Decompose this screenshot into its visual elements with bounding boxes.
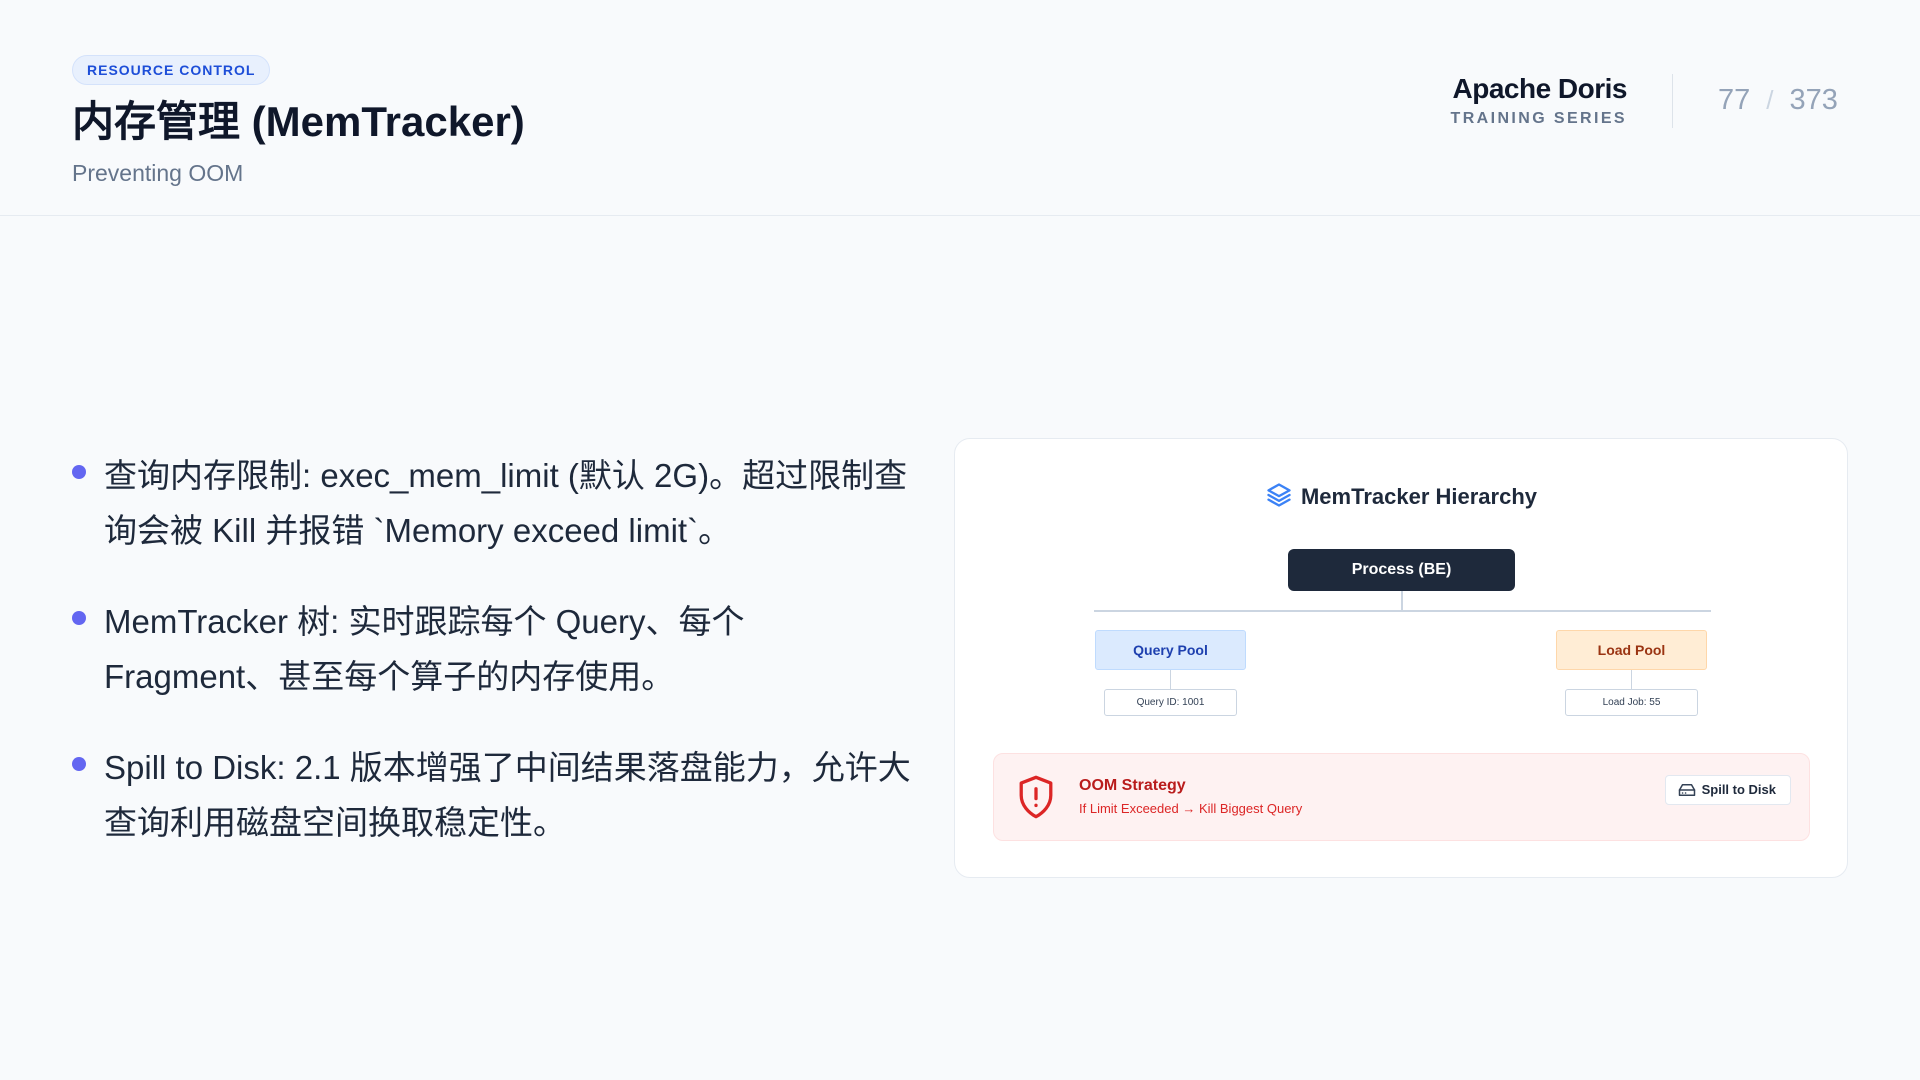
bullet-item: 查询内存限制: exec_mem_limit (默认 2G)。超过限制查询会被 … [72, 448, 912, 558]
oom-title: OOM Strategy [1079, 777, 1186, 794]
memtracker-diagram-card: MemTracker Hierarchy Process (BE) Query … [954, 438, 1848, 878]
hard-drive-icon [1678, 782, 1702, 797]
header-divider [1672, 74, 1673, 128]
connector-line [1401, 591, 1403, 612]
bullet-dot [72, 465, 86, 479]
bullet-text: Spill to Disk: 2.1 版本增强了中间结果落盘能力，允许大查询利用… [104, 749, 911, 841]
page-subtitle: Preventing OOM [72, 160, 244, 186]
bullet-item: MemTracker 树: 实时跟踪每个 Query、每个 Fragment、甚… [72, 594, 912, 704]
connector-line [1094, 610, 1711, 612]
connector-line [1170, 670, 1171, 689]
spill-to-disk-button[interactable]: Spill to Disk [1664, 775, 1791, 805]
page-counter: 77 / 373 [1718, 82, 1838, 118]
load-pool-node: Load Pool [1556, 630, 1707, 670]
connector-line [1631, 670, 1632, 689]
oom-description: If Limit Exceeded → Kill Biggest Query [1079, 801, 1303, 816]
bullet-list: 查询内存限制: exec_mem_limit (默认 2G)。超过限制查询会被 … [72, 448, 912, 886]
section-tag: RESOURCE CONTROL [72, 55, 271, 85]
layers-icon [1265, 483, 1301, 509]
bullet-text: 查询内存限制: exec_mem_limit (默认 2G)。超过限制查询会被 … [104, 457, 908, 549]
load-leaf-node: Load Job: 55 [1565, 689, 1698, 716]
bullet-dot [72, 757, 86, 771]
shield-alert-icon [1016, 774, 1056, 825]
diagram-title: MemTracker Hierarchy [955, 481, 1847, 512]
slide-header: RESOURCE CONTROL 内存管理 (MemTracker) Preve… [0, 0, 1920, 216]
bullet-item: Spill to Disk: 2.1 版本增强了中间结果落盘能力，允许大查询利用… [72, 740, 912, 850]
oom-strategy-box: OOM Strategy If Limit Exceeded → Kill Bi… [993, 753, 1810, 841]
page-total: 373 [1789, 84, 1838, 116]
process-node: Process (BE) [1288, 549, 1515, 591]
query-pool-node: Query Pool [1095, 630, 1246, 670]
bullet-text: MemTracker 树: 实时跟踪每个 Query、每个 Fragment、甚… [104, 603, 745, 695]
page-title: 内存管理 (MemTracker) [72, 98, 525, 145]
page-separator: / [1766, 85, 1774, 115]
brand-name: Apache Doris [1452, 73, 1628, 104]
page-current: 77 [1718, 84, 1751, 116]
brand-subtitle: TRAINING SERIES [1450, 110, 1627, 127]
brand: Apache Doris TRAINING SERIES [1450, 72, 1628, 128]
diagram-title-text: MemTracker Hierarchy [1300, 484, 1538, 509]
spill-to-disk-label: Spill to Disk [1701, 782, 1776, 797]
bullet-dot [72, 611, 86, 625]
query-leaf-node: Query ID: 1001 [1104, 689, 1237, 716]
